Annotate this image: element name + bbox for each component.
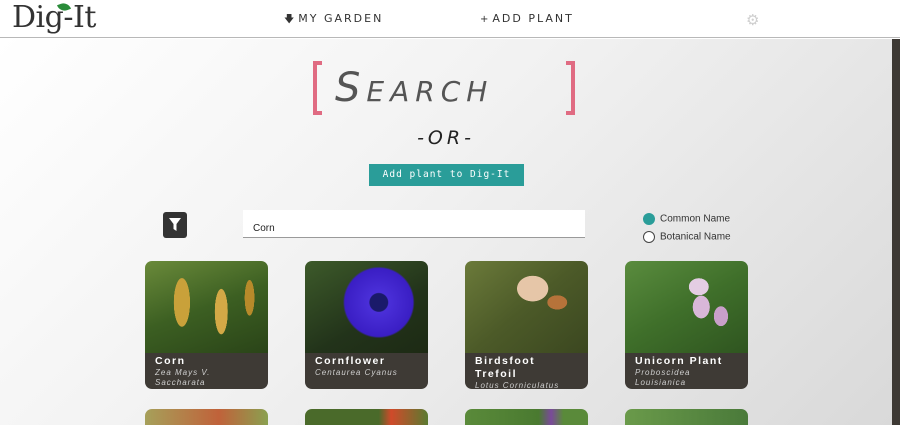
plant-common-name: Corn: [155, 355, 186, 367]
plant-caption: Birdsfoot Trefoil Lotus Corniculatus: [465, 353, 588, 389]
plant-photo: [465, 261, 588, 353]
plant-photo: [305, 261, 428, 353]
radio-selected-icon: [643, 213, 655, 225]
plant-card-partial[interactable]: [145, 409, 268, 425]
plant-card-partial[interactable]: [465, 409, 588, 425]
plant-card[interactable]: Birdsfoot Trefoil Lotus Corniculatus: [465, 261, 588, 389]
plant-caption: Unicorn Plant Proboscidea Louisianica: [625, 353, 748, 389]
right-bracket: [566, 61, 575, 115]
search-heading-text: Search: [335, 65, 494, 111]
radio-unselected-icon: [643, 231, 655, 243]
radio-common-name-label: Common Name: [660, 213, 731, 225]
plant-scientific-name: Lotus Corniculatus: [475, 381, 560, 389]
gear-icon[interactable]: ⚙: [746, 11, 759, 29]
plant-scientific-name: Proboscidea Louisianica: [635, 368, 691, 387]
top-nav-bar: Dig-It 🡇 MY GARDEN + ADD PLANT ⚙: [0, 0, 900, 38]
plant-scientific-name: Zea Mays V. Saccharata: [155, 368, 211, 387]
plus-icon: +: [480, 14, 489, 25]
plant-caption: Cornflower Centaurea Cyanus: [305, 353, 428, 389]
main-content: Search -OR- Add plant to Dig-It Common N…: [0, 39, 892, 425]
scrollbar[interactable]: [892, 39, 900, 425]
plant-caption: Corn Zea Mays V. Saccharata: [145, 353, 268, 389]
nav-add-plant[interactable]: + ADD PLANT: [480, 12, 574, 25]
search-input[interactable]: [243, 210, 585, 238]
plant-common-name: Birdsfoot Trefoil: [475, 355, 536, 380]
nav-my-garden-label: MY GARDEN: [298, 12, 384, 25]
filter-button[interactable]: [163, 212, 187, 238]
nav-my-garden[interactable]: 🡇 MY GARDEN: [284, 12, 383, 29]
nav-add-plant-label: ADD PLANT: [492, 12, 574, 25]
plant-scientific-name: Centaurea Cyanus: [315, 368, 398, 377]
search-heading[interactable]: Search: [313, 61, 575, 115]
radio-botanical-name-label: Botanical Name: [660, 231, 731, 243]
filter-icon: [169, 218, 181, 231]
plant-photo: [625, 261, 748, 353]
plant-card-partial[interactable]: [625, 409, 748, 425]
dig-it-logo[interactable]: Dig-It: [12, 0, 96, 36]
plant-photo: [145, 261, 268, 353]
radio-common-name[interactable]: Common Name: [643, 213, 730, 225]
radio-botanical-name[interactable]: Botanical Name: [643, 231, 731, 243]
left-bracket: [313, 61, 322, 115]
down-arrow-icon: 🡇: [284, 14, 295, 25]
plant-common-name: Unicorn Plant: [635, 355, 723, 367]
or-divider: -OR-: [417, 127, 475, 149]
plant-card-partial[interactable]: [305, 409, 428, 425]
plant-card[interactable]: Unicorn Plant Proboscidea Louisianica: [625, 261, 748, 389]
plant-card[interactable]: Corn Zea Mays V. Saccharata: [145, 261, 268, 389]
plant-common-name: Cornflower: [315, 355, 386, 367]
add-plant-button[interactable]: Add plant to Dig-It: [369, 164, 524, 186]
logo-text: Dig-It: [12, 0, 96, 35]
plant-card[interactable]: Cornflower Centaurea Cyanus: [305, 261, 428, 389]
